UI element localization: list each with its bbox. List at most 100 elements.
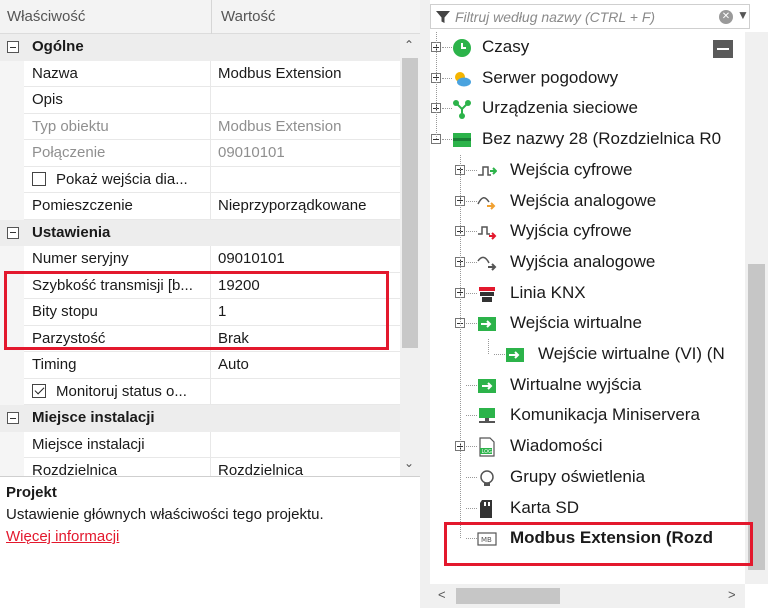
property-value[interactable]: 1 (211, 299, 400, 326)
tree-item[interactable]: Wyjścia cyfrowe (430, 216, 745, 246)
properties-scrollbar[interactable]: ⌃ ⌄ (400, 34, 420, 476)
property-value[interactable]: Rozdzielnica (211, 458, 400, 476)
tree-connector (442, 108, 452, 110)
scroll-right-icon[interactable]: > (728, 587, 736, 602)
scrollbar-thumb[interactable] (402, 58, 418, 348)
property-value[interactable] (211, 379, 400, 405)
property-value[interactable]: Modbus Extension (211, 61, 400, 87)
property-value[interactable]: Auto (211, 352, 400, 379)
search-input[interactable] (455, 7, 705, 26)
row-gutter (0, 140, 24, 167)
property-label: Pokaż wejścia dia... (56, 170, 188, 188)
tree-item[interactable]: Bez nazwy 28 (Rozdzielnica R0 (430, 124, 745, 154)
category-label: Ustawienia (24, 219, 400, 246)
collapse-category-icon[interactable] (7, 412, 19, 424)
property-row[interactable]: Nazwa Modbus Extension (0, 60, 400, 87)
property-value[interactable] (211, 432, 400, 458)
property-row[interactable]: Numer seryjny 09010101 (0, 246, 400, 273)
tree-item-label: Karta SD (510, 497, 579, 517)
checkbox-checked[interactable] (32, 383, 46, 398)
tree-guide-line (436, 32, 437, 140)
scroll-left-icon[interactable]: < (438, 587, 446, 602)
column-divider[interactable] (211, 0, 212, 34)
tree-vertical-scrollbar[interactable] (745, 32, 768, 584)
tree-item[interactable]: Komunikacja Miniservera (430, 400, 745, 430)
property-label: Rozdzielnica (24, 458, 211, 476)
category-row[interactable]: Miejsce instalacji (0, 405, 400, 432)
property-column-header[interactable]: Właściwość (7, 8, 85, 25)
property-value[interactable] (211, 87, 400, 114)
tree-item[interactable]: Karta SD (430, 493, 745, 523)
tree-item[interactable]: Wejścia wirtualne (430, 308, 745, 338)
panel-splitter[interactable] (420, 0, 430, 608)
property-label: Miejsce instalacji (24, 431, 211, 458)
scrollbar-thumb[interactable] (456, 588, 560, 604)
property-row[interactable]: Parzystość Brak (0, 325, 400, 352)
property-grid: Ogólne Nazwa Modbus Extension Opis Typ obiek… (0, 34, 400, 476)
tree-item[interactable]: Wirtualne wyjścia (430, 370, 745, 400)
property-row[interactable]: Połączenie 09010101 (0, 140, 400, 167)
row-gutter (0, 458, 24, 476)
tree-item[interactable]: Wejścia analogowe (430, 186, 745, 216)
checkbox-unchecked[interactable] (32, 171, 46, 186)
value-column-header[interactable]: Wartość (221, 8, 275, 25)
tree-item-label: Wejścia cyfrowe (510, 159, 633, 179)
tree-item[interactable]: MB Modbus Extension (Rozd (430, 523, 745, 553)
collapse-all-button[interactable] (713, 40, 733, 58)
scroll-up-icon[interactable]: ⌃ (404, 38, 414, 52)
property-row[interactable]: Pomieszczenie Nieprzyporządkowane (0, 193, 400, 220)
property-value: 09010101 (211, 140, 400, 167)
property-label: Nazwa (24, 60, 211, 87)
property-row[interactable]: Bity stopu 1 (0, 299, 400, 326)
tree-connector (466, 261, 477, 263)
property-value[interactable]: Brak (211, 326, 400, 352)
tree-connector (442, 139, 452, 141)
tree-item[interactable]: Wejście wirtualne (VI) (N (430, 339, 745, 369)
search-dropdown-icon[interactable]: ▼ (737, 8, 749, 22)
row-gutter (0, 87, 24, 114)
tree-item[interactable]: Linia KNX (430, 278, 745, 308)
property-value[interactable]: 09010101 (211, 246, 400, 273)
tree-connector (466, 415, 477, 417)
tree-horizontal-scrollbar[interactable]: < > (430, 584, 745, 608)
property-value[interactable]: Nieprzyporządkowane (211, 193, 400, 220)
tree-item[interactable]: Serwer pogodowy (430, 63, 745, 93)
tree-item[interactable]: Wyjścia analogowe (430, 247, 745, 277)
property-value[interactable]: 19200 (211, 273, 400, 299)
category-row[interactable]: Ustawienia (0, 219, 400, 246)
property-row[interactable]: Rozdzielnica Rozdzielnica (0, 458, 400, 476)
row-gutter (0, 431, 24, 458)
property-value[interactable] (211, 167, 400, 193)
property-label: Monitoruj status o... (56, 382, 187, 400)
tree-item[interactable]: Wejścia cyfrowe (430, 155, 745, 185)
tree-item-label: Komunikacja Miniservera (510, 405, 700, 425)
tree-connector (466, 169, 477, 171)
tree-item-label: Czasy (482, 37, 530, 56)
scrollbar-thumb[interactable] (748, 264, 765, 570)
property-row[interactable]: Monitoruj status o... (0, 378, 400, 405)
tree-item-label: Wejścia wirtualne (510, 313, 642, 333)
modbus-icon: MB (477, 529, 497, 549)
tree-item[interactable]: Urządzenia sieciowe (430, 93, 745, 123)
tree-item-label: Wejścia analogowe (510, 190, 657, 210)
property-row[interactable]: Typ obiektu Modbus Extension (0, 113, 400, 140)
network-devices-icon (452, 99, 472, 120)
log-icon: LOG (477, 437, 497, 457)
category-label: Miejsce instalacji (24, 405, 400, 432)
tree-item[interactable]: LOG Wiadomości (430, 431, 745, 461)
clear-search-icon[interactable]: ✕ (719, 10, 733, 24)
scroll-down-icon[interactable]: ⌄ (404, 456, 414, 470)
more-info-link[interactable]: Więcej informacji (6, 528, 119, 545)
description-text: Ustawienie głównych właściwości tego pro… (6, 506, 324, 523)
collapse-category-icon[interactable] (7, 41, 19, 53)
category-row[interactable]: Ogólne (0, 34, 400, 61)
property-row[interactable]: Miejsce instalacji (0, 431, 400, 458)
property-row[interactable]: Szybkość transmisji [b... 19200 (0, 272, 400, 299)
tree-item[interactable]: Grupy oświetlenia (430, 462, 745, 492)
property-row[interactable]: Opis (0, 87, 400, 114)
property-row[interactable]: Timing Auto (0, 352, 400, 379)
collapse-category-icon[interactable] (7, 226, 19, 239)
property-row[interactable]: Pokaż wejścia dia... (0, 166, 400, 193)
row-gutter (0, 352, 24, 379)
tree-item[interactable]: Czasy (430, 32, 745, 62)
